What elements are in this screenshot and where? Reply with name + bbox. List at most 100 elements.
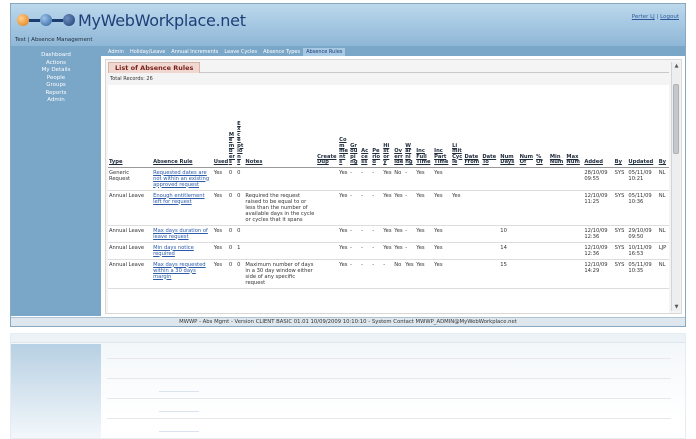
cell-added-by: SYS (613, 259, 628, 289)
cell-updated-by: NL (657, 259, 669, 289)
tab-absence-rules[interactable]: Absence Rules (303, 48, 346, 56)
cell-num-days: 14 (499, 242, 519, 260)
cell-type: Annual Leave (108, 225, 153, 243)
col-max-num[interactable]: Max Num (565, 85, 584, 168)
col-num-of[interactable]: Num Of (518, 85, 536, 168)
cell-inc-part-time: Yes (433, 190, 452, 226)
col-date-from[interactable]: Date From (463, 85, 482, 168)
cell-override: Yes (393, 190, 405, 226)
cell-absence-rule: Enough entitlement left for request (152, 190, 213, 226)
cell-exceptions: 1 (236, 242, 245, 260)
cell-absence-rule: Max days requested within a 30 days marg… (152, 259, 213, 289)
col-updated[interactable]: Updated (627, 85, 658, 168)
user-link[interactable]: Perter LJ (632, 14, 655, 20)
tab-leave-cycles[interactable]: Leave Cycles (221, 48, 260, 56)
col-added-by[interactable]: By (613, 85, 628, 168)
cell-type: Annual Leave (108, 242, 153, 260)
cell-history: - (382, 259, 394, 289)
absence-rule-link[interactable]: Enough entitlement left for request (153, 193, 204, 205)
cell-date-to (481, 242, 500, 260)
col-history[interactable]: History (382, 85, 394, 168)
col-inc-full-time[interactable]: Inc Full Time (415, 85, 434, 168)
cell-updated-by: NL (657, 225, 669, 243)
cell-updated: 10/11/09 16:53 (627, 242, 658, 260)
scroll-up-icon[interactable]: ▲ (672, 62, 681, 70)
col-num-days[interactable]: Num Days (499, 85, 519, 168)
cell-pct-of (535, 225, 549, 243)
col-pct-of[interactable]: % Of (535, 85, 549, 168)
vertical-scrollbar[interactable]: ▲ ▼ (671, 62, 680, 311)
absence-rule-link[interactable]: Max days duration of leave request (153, 228, 208, 240)
cell-max-num (565, 242, 584, 260)
cell-type: Annual Leave (108, 190, 153, 226)
cell-num-days: 10 (499, 225, 519, 243)
cell-added-by: SYS (613, 190, 628, 226)
col-notes[interactable]: Notes (244, 85, 317, 168)
logo-text: MyWebWorkplace.net (78, 10, 246, 30)
sidebar-item-dashboard[interactable]: Dashboard (11, 52, 101, 60)
logo-orange-dot-icon (17, 14, 29, 26)
col-absence-rule[interactable]: Absence Rule (152, 85, 213, 168)
sidebar-item-admin[interactable]: Admin (11, 97, 101, 105)
absence-rule-link[interactable]: Min days notice required (153, 245, 194, 257)
col-date-to[interactable]: Date To (481, 85, 500, 168)
col-min-num[interactable]: Min Num (548, 85, 566, 168)
cell-max-num (565, 259, 584, 289)
scroll-thumb[interactable] (673, 84, 679, 154)
logo-blue-dot-icon (40, 14, 52, 26)
cell-period: - (371, 190, 383, 226)
tab-admin[interactable]: Admin (105, 48, 127, 56)
col-override[interactable]: Override (393, 85, 405, 168)
col-updated-by[interactable]: By (657, 85, 669, 168)
col-grouping[interactable]: Grouping (349, 85, 361, 168)
col-exceptions[interactable]: Exceptions (236, 85, 245, 168)
col-inc-part-time[interactable]: Inc Part Time (433, 85, 452, 168)
cell-updated-by: NL (657, 190, 669, 226)
logout-link[interactable]: Logout (660, 14, 679, 20)
cell-history: Yes (382, 167, 394, 191)
sidebar-item-groups[interactable]: Groups (11, 82, 101, 90)
sidebar-item-actions[interactable]: Actions (11, 60, 101, 68)
col-create-dup[interactable]: Create Dup (316, 85, 339, 168)
cell-create-dup (316, 259, 339, 289)
col-limit-cycle[interactable]: Limit Cycle (451, 85, 464, 168)
col-members[interactable]: Members (227, 85, 237, 168)
cell-exceptions: 0 (236, 225, 245, 243)
footer-bar: MWWP - Abs Mgmt - Version CLIENT BASIC 0… (11, 317, 685, 326)
cell-min-num (548, 190, 566, 226)
cell-notes (244, 242, 317, 260)
cell-comments: Yes (338, 259, 350, 289)
sidebar-item-people[interactable]: People (11, 75, 101, 83)
tab-annual-increments[interactable]: Annual Increments (168, 48, 221, 56)
absence-rule-link[interactable]: Requested dates are not within an existi… (153, 170, 209, 188)
col-added[interactable]: Added (583, 85, 614, 168)
cell-limit-cycle (451, 167, 464, 191)
cell-inc-full-time: Yes (415, 259, 434, 289)
sidebar-item-reports[interactable]: Reports (11, 90, 101, 98)
cell-added: 12/10/09 14:29 (583, 259, 614, 289)
cell-override: No (393, 259, 405, 289)
cell-num-days (499, 167, 519, 191)
tab-holiday-leave[interactable]: Holiday/Leave (127, 48, 168, 56)
cell-access: - (360, 167, 372, 191)
col-type[interactable]: Type (108, 85, 153, 168)
cell-notes (244, 225, 317, 243)
col-used[interactable]: Used (212, 85, 228, 168)
tab-absence-types[interactable]: Absence Types (260, 48, 303, 56)
cell-date-to (481, 259, 500, 289)
table-row: Annual Leave Enough entitlement left for … (108, 190, 669, 226)
sidebar-item-my-details[interactable]: My Details (11, 67, 101, 75)
col-warning[interactable]: Warning (404, 85, 416, 168)
col-comments[interactable]: Comments (338, 85, 350, 168)
scroll-down-icon[interactable]: ▼ (672, 303, 681, 311)
cell-date-to (481, 167, 500, 191)
absence-rule-link[interactable]: Max days requested within a 30 days marg… (153, 262, 205, 280)
cell-limit-cycle: Yes (451, 190, 464, 226)
logo[interactable]: MyWebWorkplace.net (17, 10, 246, 30)
cell-num-days (499, 190, 519, 226)
col-period[interactable]: Period (371, 85, 383, 168)
col-access[interactable]: Access (360, 85, 372, 168)
cell-grouping: - (349, 242, 361, 260)
main-panel: List of Absence Rules Total Records: 26 … (105, 59, 682, 314)
app-header: MyWebWorkplace.net Perter LJ | Logout Te… (11, 4, 685, 46)
